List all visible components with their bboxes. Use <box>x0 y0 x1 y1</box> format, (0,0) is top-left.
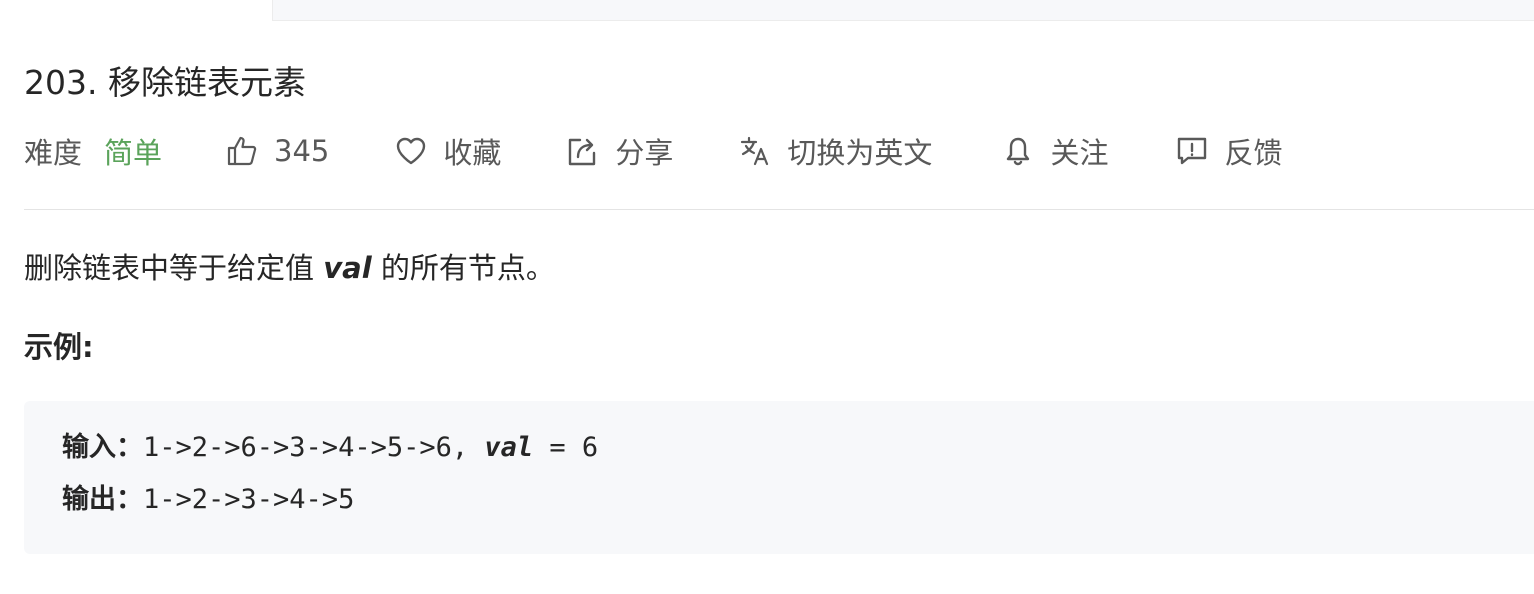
difficulty-label: 难度 <box>24 136 83 170</box>
feedback-label: 反馈 <box>1224 136 1283 170</box>
favorite-label: 收藏 <box>443 136 502 170</box>
translate-icon <box>739 135 771 167</box>
follow-label: 关注 <box>1050 136 1109 170</box>
example-code-block: 输入：1->2->6->3->4->5->6, val = 6 输出：1->2-… <box>24 401 1534 554</box>
switch-language-label: 切换为英文 <box>787 136 933 170</box>
description-keyword: val <box>323 251 372 285</box>
example-output-line: 输出：1->2->3->4->5 <box>62 481 354 519</box>
example-output-label: 输出： <box>62 484 143 515</box>
example-heading: 示例: <box>24 330 94 364</box>
share-icon <box>567 135 599 167</box>
example-input-keyword: val <box>484 432 534 463</box>
problem-toolbar: 难度 简单 345 收藏 分享 切换为英文 关注 反馈 <box>24 130 1282 172</box>
follow-button[interactable]: 关注 <box>1002 130 1108 172</box>
divider <box>24 209 1534 210</box>
feedback-icon <box>1176 135 1208 167</box>
share-button[interactable]: 分享 <box>567 130 673 172</box>
example-input-list: 1->2->6->3->4->5->6, <box>143 432 485 463</box>
switch-language-button[interactable]: 切换为英文 <box>739 130 932 172</box>
example-input-line: 输入：1->2->6->3->4->5->6, val = 6 <box>62 429 598 467</box>
difficulty: 难度 简单 <box>24 130 162 172</box>
thumbs-up-icon <box>226 135 258 167</box>
description-text-before: 删除链表中等于给定值 <box>24 251 324 285</box>
like-button[interactable]: 345 <box>226 134 329 168</box>
like-count: 345 <box>274 134 330 168</box>
difficulty-value: 简单 <box>104 136 163 170</box>
bell-icon <box>1002 135 1034 167</box>
favorite-button[interactable]: 收藏 <box>395 130 501 172</box>
problem-description: 删除链表中等于给定值 val 的所有节点。 <box>24 248 555 288</box>
example-output-value: 1->2->3->4->5 <box>143 484 355 515</box>
feedback-button[interactable]: 反馈 <box>1176 130 1282 172</box>
heart-icon <box>395 135 427 167</box>
top-panel-edge <box>272 0 1534 21</box>
example-input-label: 输入： <box>62 432 143 463</box>
example-input-rest: = 6 <box>533 432 599 463</box>
share-label: 分享 <box>615 136 674 170</box>
description-text-after: 的所有节点。 <box>371 251 555 285</box>
page-title: 203. 移除链表元素 <box>24 63 306 102</box>
